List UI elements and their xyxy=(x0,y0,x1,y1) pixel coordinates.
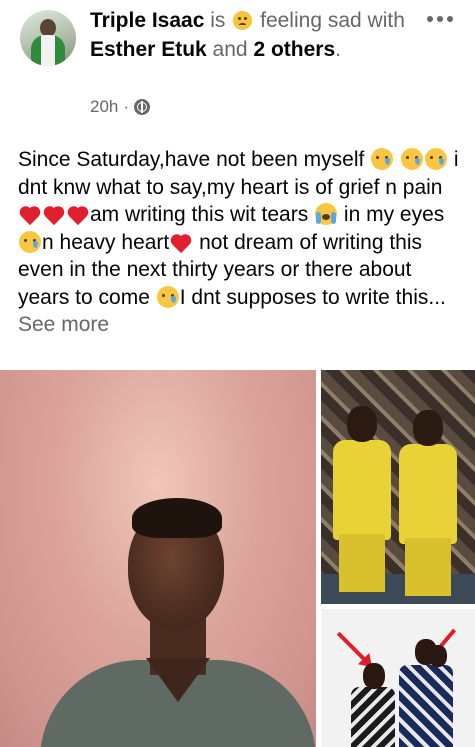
broken-heart-emoji-icon xyxy=(170,233,192,253)
sad-tear-emoji-icon xyxy=(371,148,394,170)
sad-face-icon xyxy=(233,11,253,30)
tagged-others[interactable]: 2 others xyxy=(253,38,335,61)
red-arrow-icon xyxy=(336,631,370,665)
photo-grid xyxy=(0,370,475,747)
post-body: Since Saturday,have not been myself i dn… xyxy=(18,146,463,339)
is-text: is xyxy=(210,9,226,32)
sad-tear-emoji-icon xyxy=(425,148,447,170)
period-text: . xyxy=(335,38,341,61)
author-avatar[interactable] xyxy=(20,10,76,66)
post-text-part: am writing this wit tears xyxy=(90,203,315,226)
meta-separator: · xyxy=(123,97,130,116)
more-options-button[interactable] xyxy=(427,16,453,24)
post-header: Triple Isaac is feeling sad with Esther … xyxy=(0,0,475,130)
broken-heart-emoji-icon xyxy=(19,205,41,225)
post-text-part: I dnt supposes to write this... xyxy=(179,285,446,309)
broken-heart-emoji-icon xyxy=(43,205,65,225)
see-more-link[interactable]: See more xyxy=(18,313,109,336)
author-name[interactable]: Triple Isaac xyxy=(90,9,204,32)
kids-arrows-photo[interactable] xyxy=(321,609,475,747)
with-text: with xyxy=(367,9,405,32)
post-text-part: Since Saturday,have not been myself xyxy=(18,148,371,171)
and-text: and xyxy=(212,38,248,61)
sad-tear-emoji-icon xyxy=(19,230,41,253)
post-actor-line: Triple Isaac is feeling sad with Esther … xyxy=(90,6,410,64)
twins-yellow-photo[interactable] xyxy=(321,370,475,604)
more-dots-icon xyxy=(427,16,433,22)
sad-tear-emoji-icon xyxy=(156,285,179,308)
post-meta: 20h · xyxy=(90,97,151,117)
feeling-text: feeling sad xyxy=(260,9,362,32)
post-time[interactable]: 20h xyxy=(90,97,118,117)
tagged-person[interactable]: Esther Etuk xyxy=(90,38,207,61)
portrait-photo[interactable] xyxy=(0,370,316,747)
post-text-part: in my eyes xyxy=(338,203,445,226)
sad-tear-emoji-icon xyxy=(401,148,423,170)
post-text-part: n heavy heart xyxy=(42,230,170,254)
crying-emoji-icon xyxy=(315,203,338,225)
broken-heart-emoji-icon xyxy=(67,205,89,225)
globe-icon[interactable] xyxy=(134,99,151,115)
